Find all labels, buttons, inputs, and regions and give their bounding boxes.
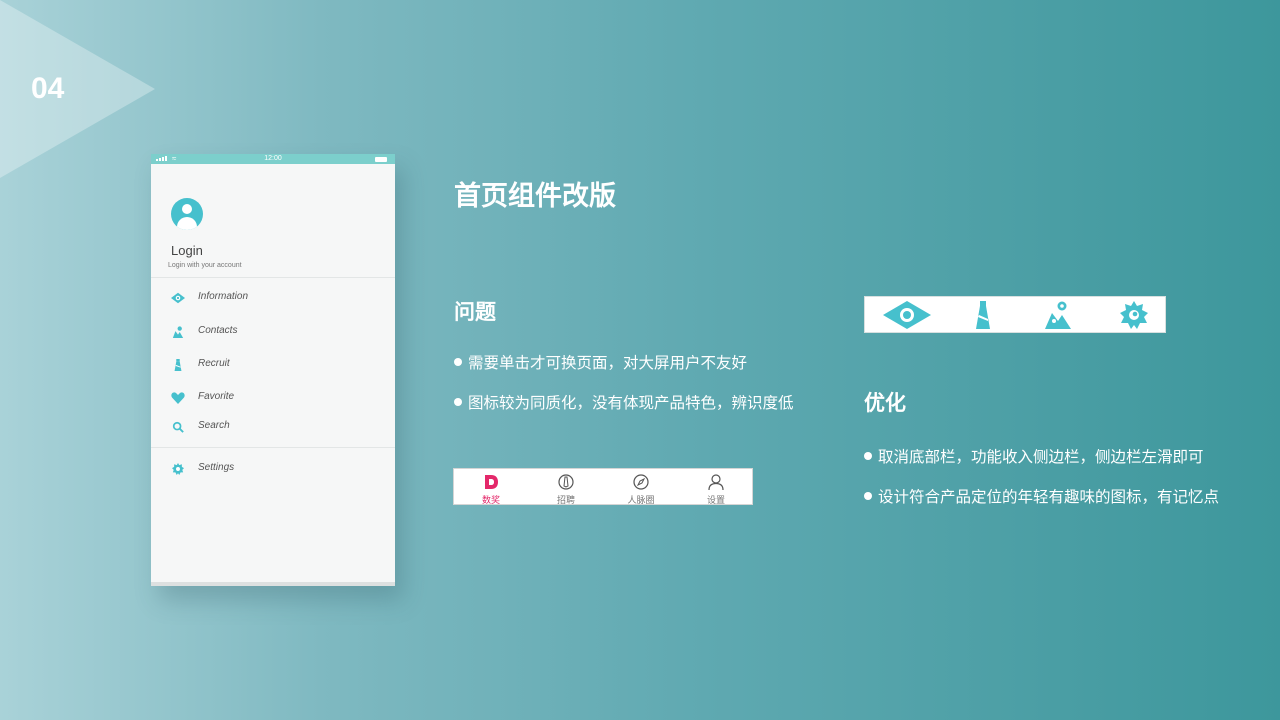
- menu-label: Search: [198, 420, 230, 431]
- contacts-icon: [172, 326, 184, 338]
- slide-number: 04: [31, 72, 65, 105]
- corner-decoration: [0, 0, 155, 178]
- phone-mockup: ≈ 12:00 Login Login with your account In…: [151, 154, 395, 586]
- tab-label: 人脉圈: [627, 496, 655, 506]
- menu-divider: [151, 447, 395, 448]
- problem-heading: 问题: [454, 300, 496, 324]
- battery-icon: [375, 157, 387, 162]
- tab-settings[interactable]: 设置: [686, 471, 746, 506]
- tab-label: 数奖: [481, 496, 500, 506]
- user-outline-icon: [708, 474, 724, 490]
- menu-label: Settings: [198, 462, 235, 473]
- old-tab-bar: 数奖 招聘 人脉圈 设置: [453, 468, 753, 506]
- menu-item-search[interactable]: Search: [151, 417, 395, 437]
- search-icon: [172, 421, 184, 433]
- tab-shujiang[interactable]: 数奖: [461, 471, 521, 506]
- tie-icon: [174, 359, 182, 371]
- d-logo-icon: [485, 475, 498, 489]
- tie-outline-icon: [558, 474, 574, 490]
- phone-bottom-bar: [151, 582, 395, 586]
- login-title[interactable]: Login: [171, 243, 203, 258]
- optimize-heading: 优化: [864, 391, 906, 415]
- problem-bullet: 需要单击才可换页面，对大屏用户不友好: [454, 351, 747, 373]
- tab-recruit[interactable]: 招聘: [536, 471, 596, 506]
- menu-label: Information: [198, 291, 249, 302]
- menu-item-favorite[interactable]: Favorite: [151, 388, 395, 408]
- compass-icon: [633, 474, 649, 490]
- menu-label: Contacts: [198, 325, 238, 336]
- contacts-icon: [1045, 301, 1071, 329]
- eye-icon: [171, 292, 185, 304]
- menu-label: Favorite: [198, 391, 235, 402]
- avatar[interactable]: [171, 198, 203, 230]
- login-subtitle: Login with your account: [168, 262, 242, 269]
- menu-item-contacts[interactable]: Contacts: [151, 322, 395, 342]
- heart-icon: [171, 392, 185, 404]
- gear-icon: [172, 463, 184, 475]
- status-bar: ≈ 12:00: [151, 154, 395, 164]
- page-title: 首页组件改版: [454, 181, 616, 212]
- tab-label: 招聘: [556, 496, 575, 506]
- profile-section[interactable]: Login Login with your account: [151, 164, 395, 278]
- menu-item-settings[interactable]: Settings: [151, 459, 395, 479]
- menu-label: Recruit: [198, 358, 230, 369]
- tab-label: 设置: [706, 496, 725, 506]
- status-time: 12:00: [264, 155, 282, 162]
- optimize-bullet: 取消底部栏，功能收入侧边栏，侧边栏左滑即可: [864, 445, 1204, 467]
- tab-network[interactable]: 人脉圈: [611, 471, 671, 506]
- optimize-bullet: 设计符合产品定位的年轻有趣味的图标，有记忆点: [864, 485, 1219, 507]
- problem-bullet: 图标较为同质化，没有体现产品特色，辨识度低: [454, 391, 794, 413]
- eye-icon: [883, 301, 931, 329]
- menu-item-recruit[interactable]: Recruit: [151, 355, 395, 375]
- tie-icon: [976, 301, 990, 329]
- gear-icon: [1120, 301, 1148, 329]
- menu-item-information[interactable]: Information: [151, 288, 395, 308]
- new-icon-strip: [864, 296, 1166, 333]
